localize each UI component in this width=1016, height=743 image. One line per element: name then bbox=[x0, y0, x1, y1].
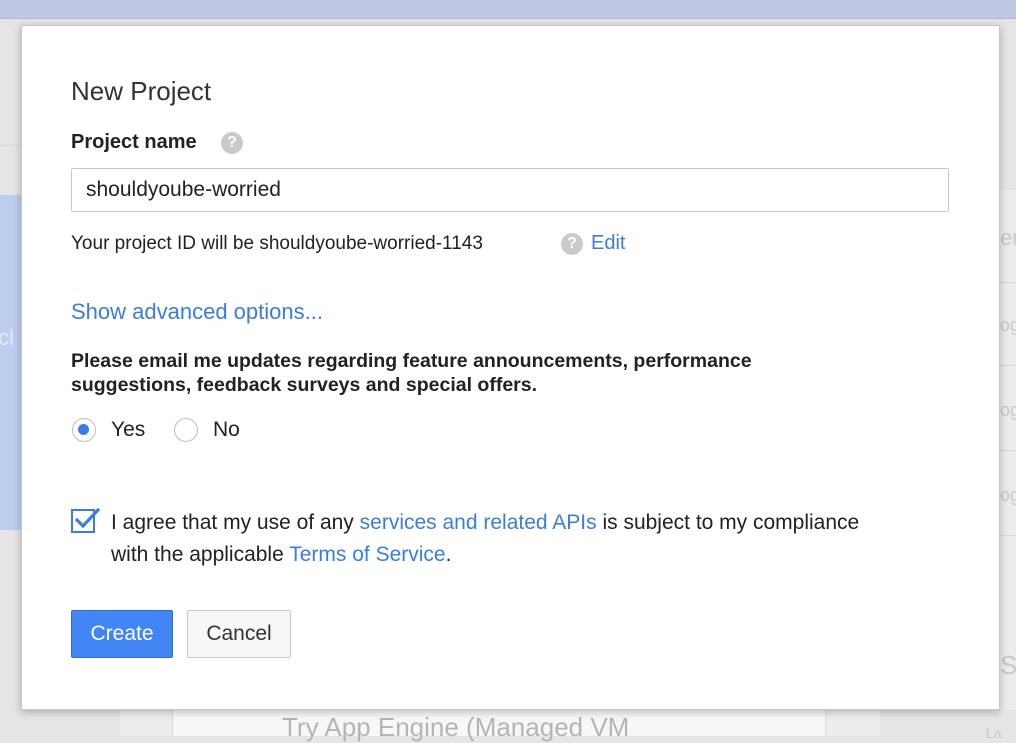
help-circle-icon[interactable]: ? bbox=[561, 233, 583, 255]
email-no-radio[interactable] bbox=[174, 418, 198, 442]
background-divider bbox=[1000, 535, 1016, 536]
background-sidebar-selected: cl bbox=[0, 195, 22, 530]
edit-project-id-link[interactable]: Edit bbox=[591, 232, 625, 255]
terms-of-service-link[interactable]: Terms of Service bbox=[289, 543, 445, 566]
background-right-text: og bbox=[1000, 315, 1016, 335]
background-right-text: og bbox=[1000, 400, 1016, 420]
email-updates-prompt: Please email me updates regarding featur… bbox=[71, 350, 752, 396]
background-card-title: Try App Engine (Managed VM bbox=[282, 712, 630, 742]
cancel-button[interactable]: Cancel bbox=[187, 610, 291, 658]
help-circle-icon[interactable]: ? bbox=[221, 132, 243, 154]
create-button[interactable]: Create bbox=[71, 610, 173, 658]
background-divider bbox=[1000, 450, 1016, 451]
project-name-input[interactable] bbox=[71, 168, 949, 212]
background-right-text: St bbox=[1000, 650, 1016, 680]
agree-text-part: . bbox=[445, 543, 452, 566]
agree-text-part: I agree that my use of any bbox=[111, 511, 360, 534]
checkmark-icon bbox=[74, 507, 101, 529]
project-id-text: Your project ID will be shouldyoube-worr… bbox=[71, 233, 483, 254]
show-advanced-options-link[interactable]: Show advanced options... bbox=[71, 299, 323, 325]
background-sidebar-text: cl bbox=[0, 325, 14, 350]
background-right-text: og bbox=[1000, 485, 1016, 505]
services-apis-link[interactable]: services and related APIs bbox=[360, 511, 597, 534]
background-right-text: er bbox=[1000, 225, 1016, 250]
email-no-label[interactable]: No bbox=[213, 418, 240, 442]
background-divider bbox=[0, 145, 22, 146]
background-divider bbox=[1000, 282, 1016, 283]
background-divider bbox=[1000, 365, 1016, 366]
terms-agree-text: I agree that my use of any services and … bbox=[111, 507, 891, 571]
email-yes-radio[interactable] bbox=[72, 418, 96, 442]
project-name-label: Project name bbox=[71, 131, 197, 153]
email-yes-label[interactable]: Yes bbox=[111, 418, 145, 442]
background-top-bar bbox=[0, 0, 1016, 19]
dialog-title: New Project bbox=[71, 76, 212, 106]
terms-agree-checkbox[interactable] bbox=[71, 507, 101, 533]
new-project-dialog: New Project Project name ? Your project … bbox=[21, 25, 1000, 710]
background-right-card-text: La bbox=[986, 725, 1002, 741]
